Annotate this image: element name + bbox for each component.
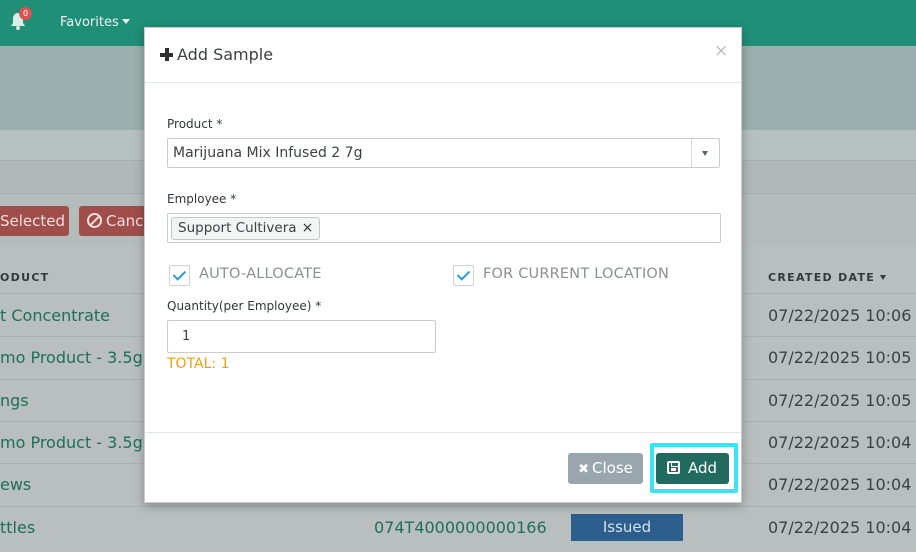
delete-selected-label: Selected <box>0 212 66 230</box>
table-row-created-date: 07/22/2025 10:04 AM <box>768 475 916 494</box>
table-row-created-date: 07/22/2025 10:04 AM <box>768 433 916 452</box>
modal-header: Add Sample × <box>145 28 741 83</box>
plus-icon <box>160 48 173 61</box>
table-row-created-date: 07/22/2025 10:06 AM <box>768 306 916 325</box>
created-date-header-label: CREATED DATE <box>768 271 876 284</box>
table-row-product-link[interactable]: ttles <box>0 518 35 537</box>
status-badge: Issued <box>571 514 683 541</box>
employee-multiselect[interactable]: Support Cultivera × <box>167 213 721 243</box>
remove-tag-icon[interactable]: × <box>302 220 314 236</box>
product-select[interactable]: Marijuana Mix Infused 2 7g <box>167 138 720 168</box>
table-row-created-date: 07/22/2025 10:04 AM <box>768 518 916 537</box>
add-button[interactable]: Add <box>656 453 729 484</box>
chevron-down-icon[interactable] <box>691 139 719 167</box>
close-button[interactable]: ✖ Close <box>568 453 643 484</box>
auto-allocate-checkbox[interactable] <box>169 265 190 286</box>
employee-label: Employee * <box>167 192 237 206</box>
table-row-tag-code[interactable]: 074T4000000000166 <box>374 518 547 537</box>
table-row-created-date: 07/22/2025 10:05 AM <box>768 391 916 410</box>
cancel-selected-label: Canc <box>106 212 144 230</box>
row-divider <box>0 506 916 507</box>
ban-icon <box>87 213 102 228</box>
times-icon: ✖ <box>578 462 590 477</box>
table-row-product-link[interactable]: mo Product - 3.5g <box>0 433 143 452</box>
close-button-label: Close <box>592 459 633 477</box>
modal-title: Add Sample <box>177 45 274 64</box>
table-row-product-link[interactable]: ews <box>0 475 31 494</box>
table-row-product-link[interactable]: t Concentrate <box>0 306 110 325</box>
modal-footer: ✖ Close Add <box>145 432 741 502</box>
auto-allocate-label[interactable]: AUTO-ALLOCATE <box>199 266 322 282</box>
current-location-label[interactable]: FOR CURRENT LOCATION <box>483 266 669 282</box>
quantity-label: Quantity(per Employee) * <box>167 299 322 313</box>
save-icon <box>667 461 680 474</box>
favorites-label: Favorites <box>60 15 119 30</box>
column-header-created-date[interactable]: CREATED DATE <box>768 271 887 284</box>
sort-desc-icon <box>880 275 887 280</box>
notification-badge: 0 <box>19 7 32 20</box>
add-sample-modal: Add Sample × Product * Marijuana Mix Inf… <box>144 27 742 503</box>
employee-tag-label: Support Cultivera <box>178 220 297 236</box>
column-header-product[interactable]: ODUCT <box>0 271 50 284</box>
delete-selected-button[interactable]: Selected <box>0 206 69 236</box>
product-selected-value: Marijuana Mix Infused 2 7g <box>173 145 363 161</box>
total-text: TOTAL: 1 <box>167 356 230 372</box>
employee-tag: Support Cultivera × <box>171 217 321 240</box>
product-label: Product * <box>167 117 223 131</box>
table-row-product-link[interactable]: ngs <box>0 391 29 410</box>
quantity-input[interactable] <box>167 320 436 353</box>
caret-down-icon <box>121 19 130 24</box>
current-location-checkbox[interactable] <box>453 265 474 286</box>
close-icon[interactable]: × <box>714 41 728 61</box>
table-row-created-date: 07/22/2025 10:05 AM <box>768 348 916 367</box>
add-button-label: Add <box>688 459 718 477</box>
favorites-menu[interactable]: Favorites <box>60 15 130 30</box>
table-row-product-link[interactable]: mo Product - 3.5g <box>0 348 143 367</box>
cancel-selected-button[interactable]: Canc <box>79 206 149 236</box>
